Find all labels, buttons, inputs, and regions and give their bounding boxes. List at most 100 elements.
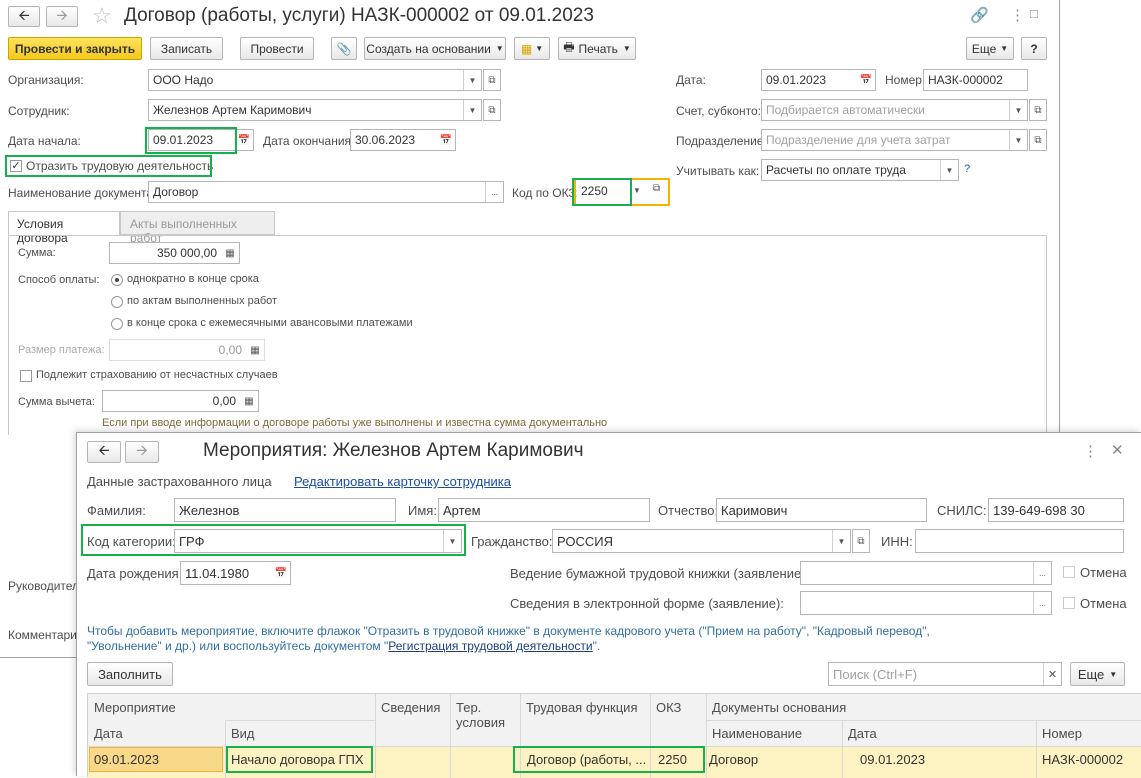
open-organization-icon[interactable]: ⧉ [483, 69, 501, 91]
menu-dots-icon[interactable]: ⋮ [1010, 6, 1025, 24]
cell-okz[interactable]: 2250 [658, 752, 687, 767]
birth-date-label: Дата рождения: [87, 566, 183, 581]
paper-book-field[interactable]: ... [800, 561, 1052, 585]
structure-button[interactable]: ▦ ▼ [514, 37, 550, 60]
dialog-forward-button[interactable]: 🡪 [125, 441, 159, 463]
favorite-star-icon[interactable]: ☆ [92, 3, 112, 29]
cell-doc-number[interactable]: НАЗК-000002 [1042, 752, 1123, 767]
end-date-field[interactable]: 30.06.2023 📅 [350, 129, 456, 151]
insurance-checkbox[interactable] [20, 370, 32, 382]
payment-acts-radio[interactable] [111, 296, 123, 308]
col-info[interactable]: Сведения [381, 700, 440, 715]
category-code-field[interactable]: ГРФ ▼ [174, 529, 462, 553]
link-icon[interactable]: 🔗 [970, 6, 989, 24]
insured-person-label: Данные застрахованного лица [87, 474, 272, 489]
edit-card-link[interactable]: Редактировать карточку сотрудника [294, 474, 511, 489]
select-ellipsis-icon: ... [485, 182, 503, 202]
citizenship-label: Гражданство: [471, 534, 553, 549]
paper-book-cancel-checkbox[interactable] [1063, 566, 1075, 578]
consider-as-label: Учитывать как: [676, 164, 760, 178]
calculator-icon: ▦ [240, 391, 258, 411]
dialog-close-icon[interactable]: ✕ [1111, 441, 1124, 459]
lastname-field[interactable]: Железнов [174, 498, 396, 522]
search-field[interactable]: Поиск (Ctrl+F) ✕ [828, 662, 1062, 686]
create-based-on-button[interactable]: Создать на основании ▼ [364, 37, 506, 60]
col-ter[interactable]: Тер. условия [456, 700, 516, 730]
cell-date[interactable]: 09.01.2023 [94, 752, 159, 767]
cell-func[interactable]: Договор (работы, ... [527, 752, 647, 767]
reflect-labor-checkbox[interactable]: ✓ [10, 160, 22, 172]
col-doc-date[interactable]: Дата [848, 726, 877, 741]
cell-doc-date[interactable]: 09.01.2023 [860, 752, 925, 767]
tab-acts[interactable]: Акты выполненных работ [120, 211, 275, 245]
payment-monthly-radio[interactable] [111, 318, 123, 330]
organization-field[interactable]: ООО Надо ▼ [148, 69, 482, 91]
start-date-field[interactable]: 09.01.2023 📅 [148, 129, 254, 151]
okz-dropdown-icon[interactable]: ▼ [633, 186, 641, 195]
save-button[interactable]: Записать [150, 37, 223, 60]
registration-link[interactable]: Регистрация трудовой деятельности [388, 639, 592, 653]
account-label: Счет, субконто: [676, 104, 761, 118]
open-citizenship-icon[interactable]: ⧉ [852, 529, 870, 553]
deduction-field[interactable]: 0,00 ▦ [102, 390, 259, 412]
clear-search-icon: ✕ [1043, 663, 1061, 685]
number-field[interactable]: НАЗК-000002 [923, 69, 1028, 91]
forward-button[interactable]: 🡪 [46, 6, 78, 27]
paper-book-label: Ведение бумажной трудовой книжки (заявле… [510, 566, 810, 581]
col-func[interactable]: Трудовая функция [526, 700, 637, 715]
comment-label: Комментари [8, 628, 77, 642]
department-field[interactable]: Подразделение для учета затрат ▼ [761, 129, 1028, 151]
dialog-menu-dots-icon[interactable]: ⋮ [1083, 442, 1098, 460]
citizenship-field[interactable]: РОССИЯ ▼ [552, 529, 851, 553]
print-button[interactable]: 🖶 Печать ▼ [558, 37, 636, 60]
post-button[interactable]: Провести [240, 37, 314, 60]
dialog-more-button[interactable]: Еще ▼ [1070, 662, 1125, 686]
document-name-field[interactable]: Договор... [148, 181, 504, 203]
info-text: Чтобы добавить мероприятие, включите фла… [87, 624, 930, 653]
payment-once-label: однократно в конце срока [127, 273, 259, 285]
okz-label: Код по ОКЗ: [512, 186, 580, 200]
payment-once-radio[interactable] [111, 274, 123, 286]
open-account-icon[interactable]: ⧉ [1029, 99, 1047, 121]
attach-button[interactable]: 📎 [331, 37, 357, 60]
electronic-cancel-checkbox[interactable] [1063, 597, 1075, 609]
col-doc-number[interactable]: Номер [1042, 726, 1082, 741]
fill-button[interactable]: Заполнить [87, 662, 173, 686]
employee-label: Сотрудник: [8, 104, 70, 118]
open-employee-icon[interactable]: ⧉ [483, 99, 501, 121]
open-okz-icon[interactable]: ⧉ [653, 183, 660, 194]
inn-field[interactable] [915, 529, 1124, 553]
more-button[interactable]: Еще ▼ [966, 37, 1014, 60]
tab-contract-conditions[interactable]: Условия договора [8, 211, 120, 245]
sum-field[interactable]: 350 000,00 ▦ [109, 242, 240, 264]
snils-label: СНИЛС: [937, 503, 987, 518]
col-docs[interactable]: Документы основания [712, 700, 846, 715]
consider-help-link[interactable]: ? [964, 163, 970, 175]
lastname-label: Фамилия: [87, 503, 146, 518]
account-field[interactable]: Подбирается автоматически ▼ [761, 99, 1028, 121]
col-kind[interactable]: Вид [231, 726, 255, 741]
col-date[interactable]: Дата [94, 726, 123, 741]
open-department-icon[interactable]: ⧉ [1029, 129, 1047, 151]
electronic-field[interactable]: ... [800, 591, 1052, 615]
consider-as-field[interactable]: Расчеты по оплате труда ▼ [761, 159, 959, 181]
col-okz[interactable]: ОКЗ [656, 700, 681, 715]
date-field[interactable]: 09.01.2023 📅 [761, 69, 876, 91]
inn-label: ИНН: [881, 534, 913, 549]
patronymic-field[interactable]: Каримович [716, 498, 927, 522]
calendar-icon: 📅 [437, 130, 455, 150]
birth-date-field[interactable]: 11.04.1980 📅 [180, 561, 291, 585]
col-event[interactable]: Мероприятие [94, 700, 176, 715]
cell-doc-name[interactable]: Договор [709, 752, 758, 767]
back-button[interactable]: 🡨 [8, 6, 40, 27]
cell-kind[interactable]: Начало договора ГПХ [231, 752, 364, 767]
firstname-field[interactable]: Артем [438, 498, 650, 522]
maximize-icon[interactable]: □ [1030, 6, 1038, 21]
help-button[interactable]: ? [1021, 37, 1047, 60]
snils-field[interactable]: 139-649-698 30 [988, 498, 1124, 522]
col-doc-name[interactable]: Наименование [712, 726, 802, 741]
electronic-cancel-label: Отмена [1080, 596, 1127, 611]
post-and-close-button[interactable]: Провести и закрыть [8, 37, 142, 60]
employee-field[interactable]: Железнов Артем Каримович ▼ [148, 99, 482, 121]
dialog-back-button[interactable]: 🡨 [87, 441, 121, 463]
